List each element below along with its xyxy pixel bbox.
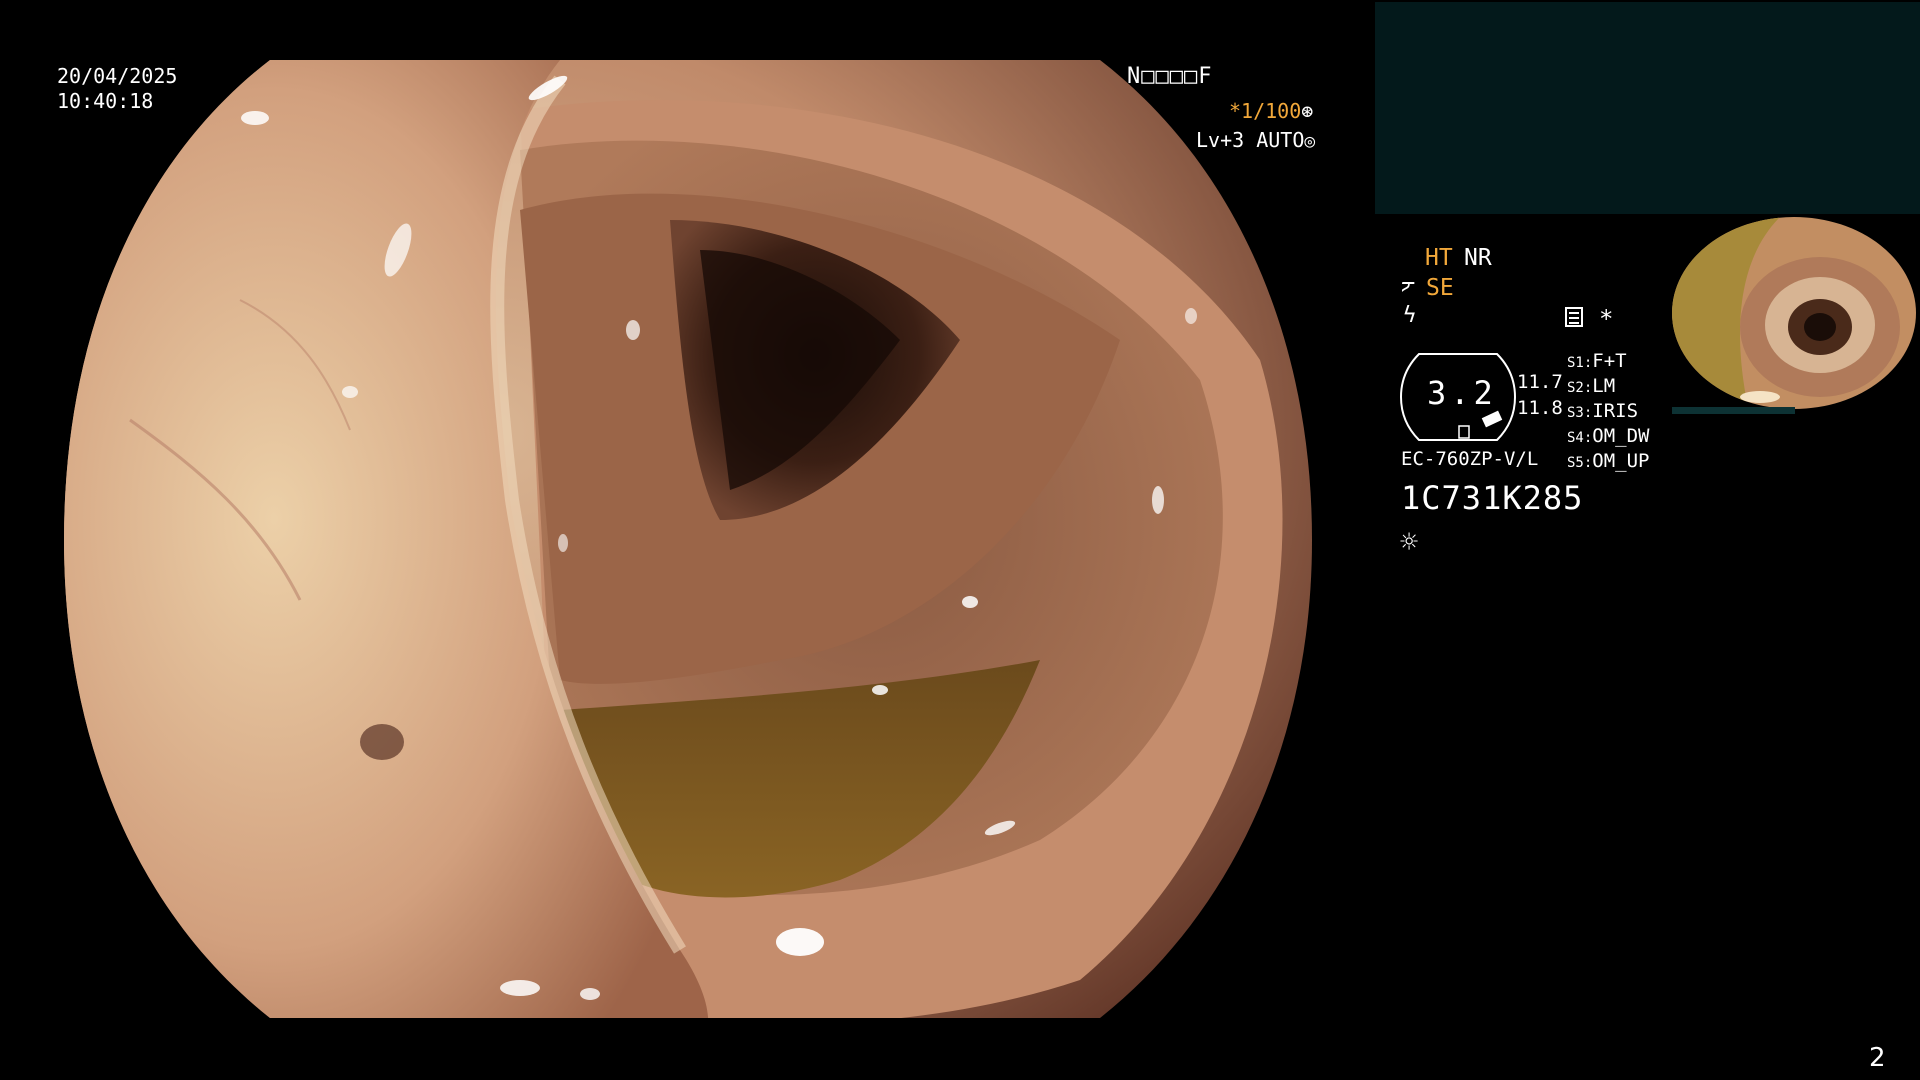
light-level: Lv+3 AUTO◎: [1196, 130, 1315, 151]
zoom-level: 3.2: [1427, 374, 1497, 412]
nr-indicator: NR: [1464, 245, 1492, 271]
value-2: 11.8: [1517, 397, 1563, 419]
switch-2: S2:LM: [1567, 375, 1616, 397]
sun-icon: ☼: [1400, 525, 1419, 560]
value-1: 11.7: [1517, 371, 1563, 393]
scope-serial: 1C731K285: [1401, 479, 1584, 517]
endoscopic-image: [64, 60, 1312, 1018]
memo-icon: [1565, 307, 1583, 327]
thumbnail-image: [1672, 217, 1916, 409]
date: 20/04/2025: [57, 64, 178, 88]
flash-icon: ϟ: [1403, 303, 1417, 328]
shutter-speed: *1/100⊛: [1229, 101, 1313, 121]
light-level-value: Lv+3 AUTO: [1196, 128, 1305, 152]
switch-3: S3:IRIS: [1567, 400, 1639, 422]
se-indicator: SE: [1426, 275, 1454, 301]
aperture-icon: ⊛: [1301, 99, 1314, 123]
ht-indicator: HT: [1425, 245, 1453, 271]
reference-image-box: [1375, 2, 1920, 214]
page-number: 2: [1869, 1043, 1886, 1073]
target-icon: ◎: [1304, 131, 1316, 152]
star-indicator: *: [1599, 305, 1614, 333]
captured-image-thumbnail[interactable]: [1670, 217, 1918, 417]
shutter-value: *1/100: [1229, 99, 1302, 123]
time: 10:40:18: [57, 89, 154, 113]
switch-1: S1:F+T: [1567, 350, 1627, 372]
switch-5: S5:OM_UP: [1567, 450, 1650, 472]
info-panel: HT NR ᡔ SE ϟ * 3.2 11.7 11.8 S1:F+T S2:L…: [1372, 0, 1920, 1080]
endoscope-view: 20/04/2025 10:40:18 N□□□□F *1/100⊛ Lv+3 …: [0, 0, 1372, 1080]
switch-4: S4:OM_DW: [1567, 425, 1650, 447]
scope-model: EC-760ZP-V/L: [1401, 448, 1539, 470]
thumbnail-status-bar: [1672, 407, 1795, 414]
patient-id: N□□□□F: [1127, 64, 1213, 89]
scope-tip-icon: ᡔ: [1401, 273, 1416, 298]
